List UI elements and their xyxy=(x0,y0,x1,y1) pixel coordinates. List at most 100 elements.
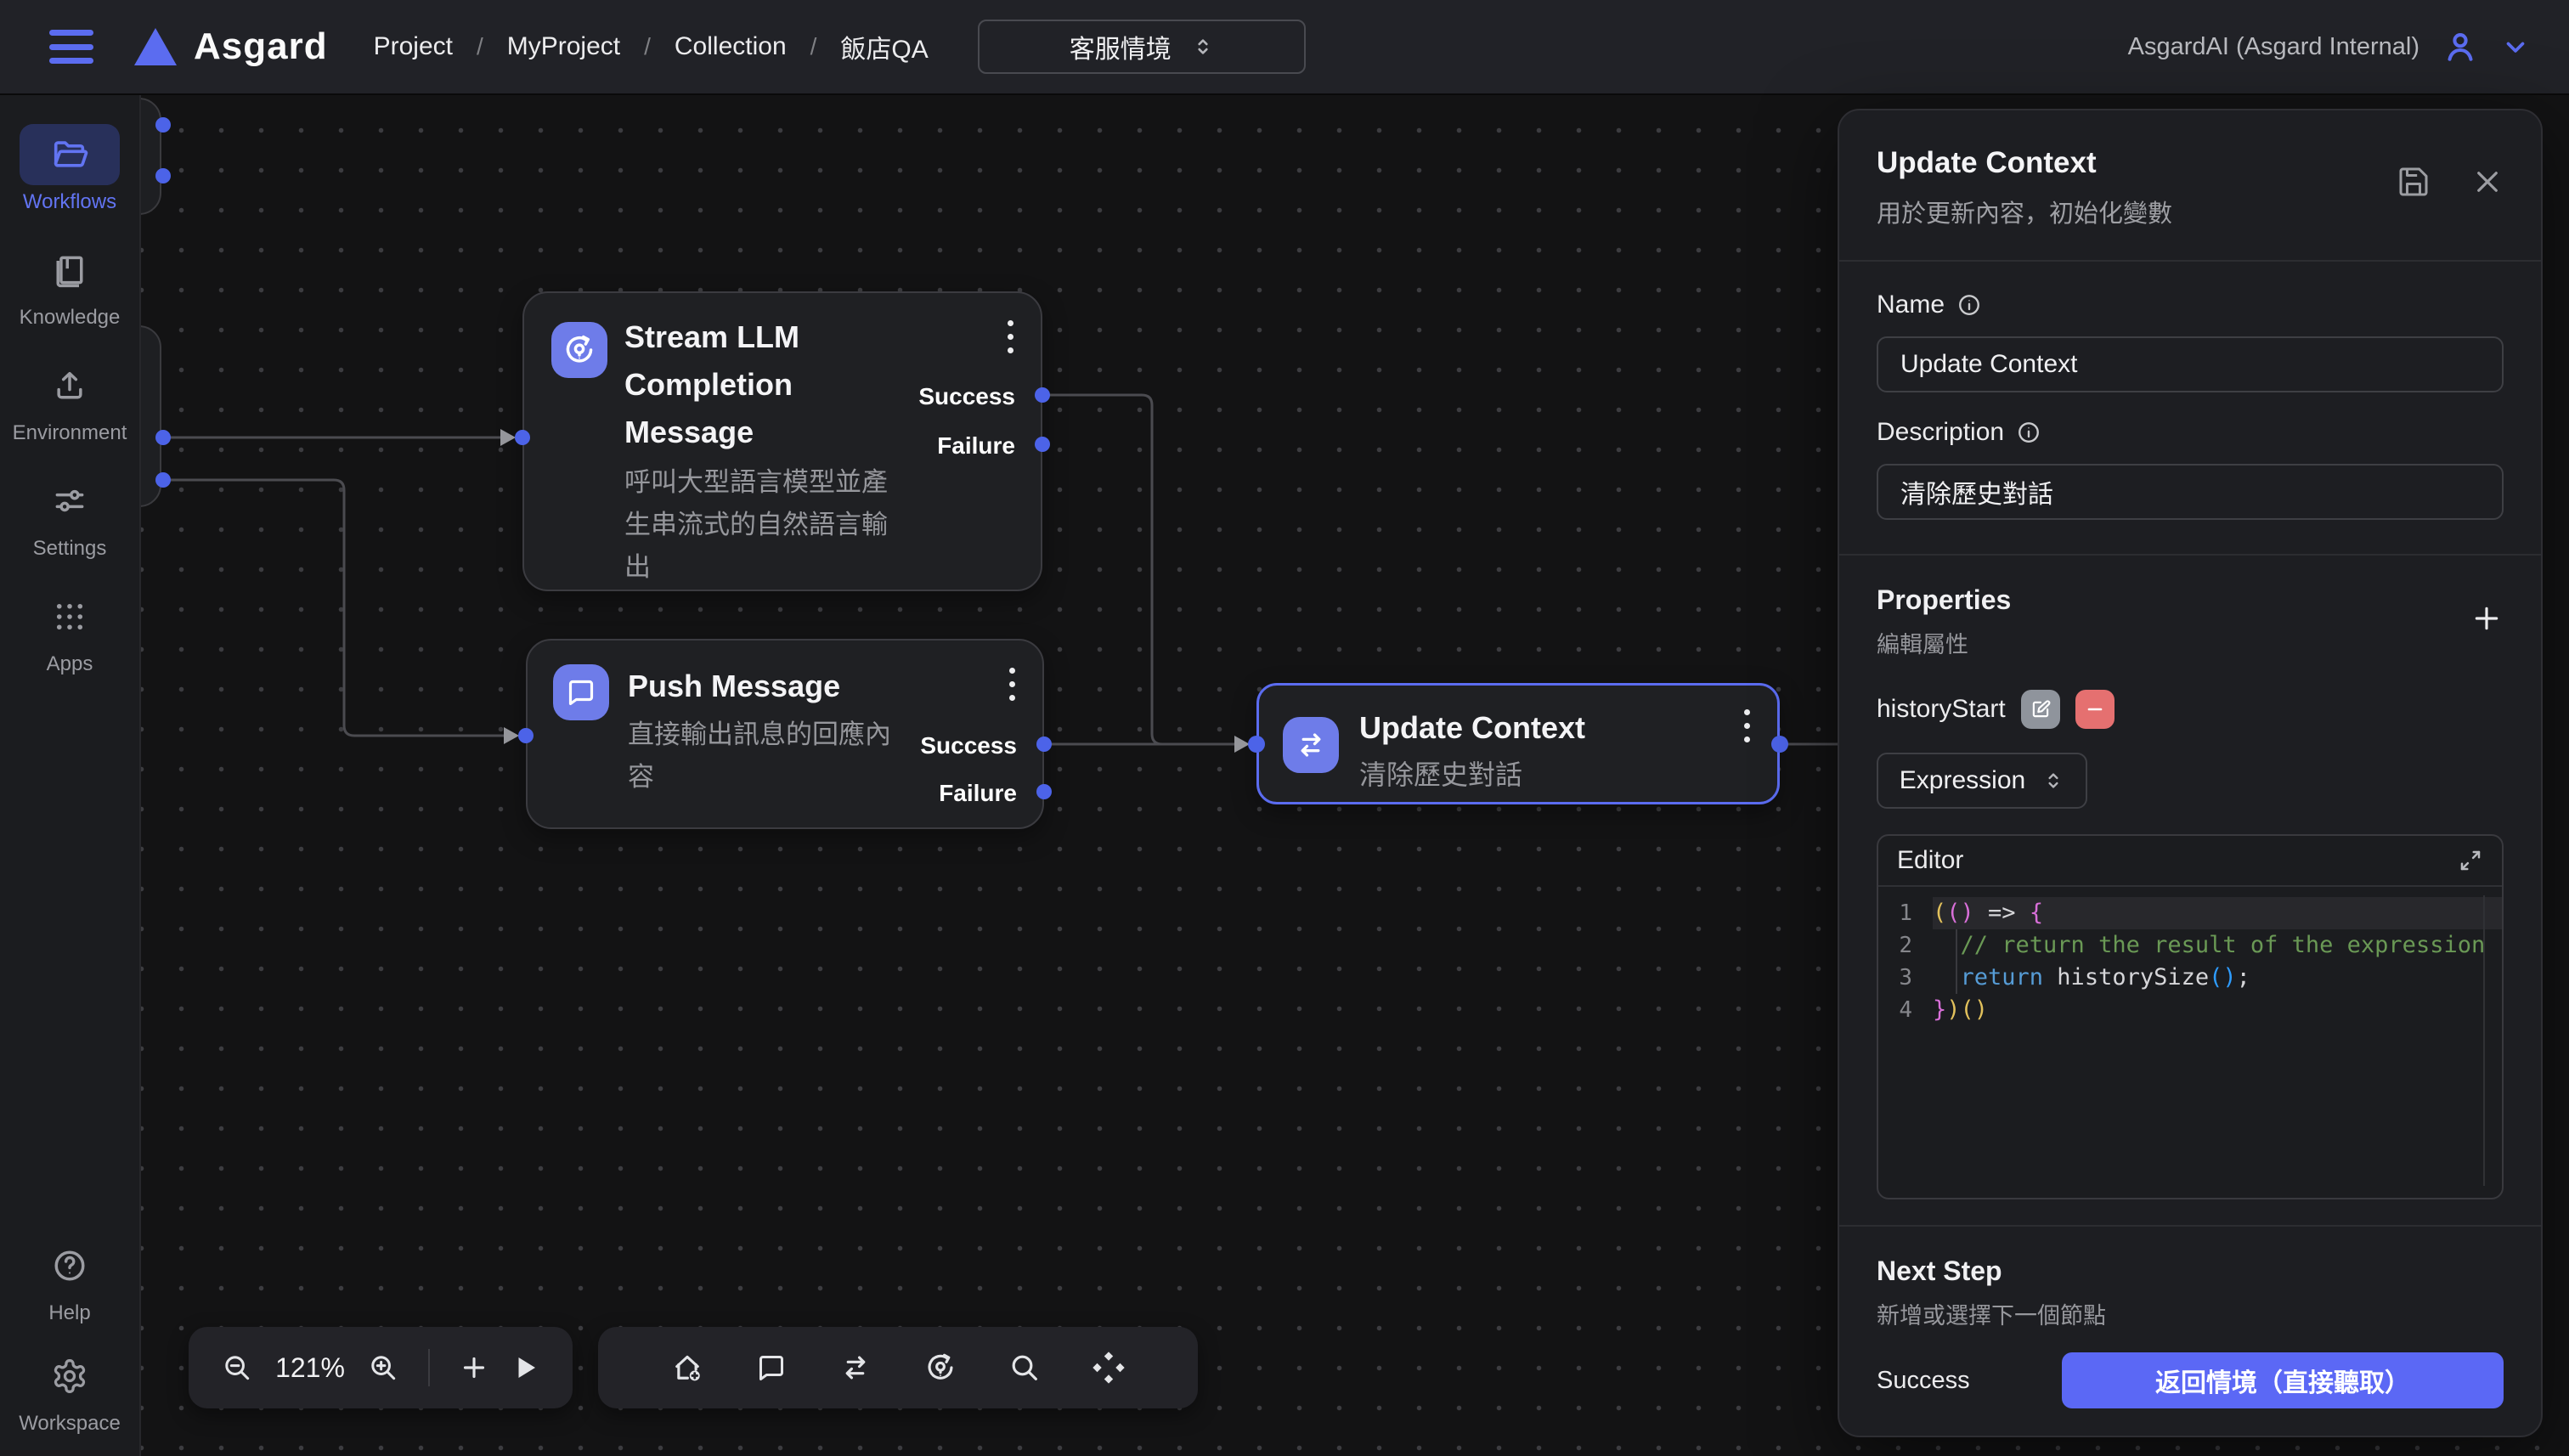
node-description: 呼叫大型語言模型並產 生串流式的自然語言輸 出 xyxy=(624,461,888,589)
sliders-icon xyxy=(20,471,120,532)
add-home-node-icon[interactable] xyxy=(669,1350,705,1385)
remove-property-button[interactable] xyxy=(2075,690,2114,729)
properties-heading: Properties xyxy=(1877,584,2504,616)
node-update-context[interactable]: Update Context 清除歷史對話 xyxy=(1256,683,1780,804)
sidebar-item-workflows[interactable]: Workflows xyxy=(20,124,120,214)
node-menu-icon[interactable] xyxy=(1006,664,1019,704)
sidebar-item-environment[interactable]: Environment xyxy=(13,355,127,445)
chat-bubble-icon xyxy=(553,664,609,720)
node-menu-icon[interactable] xyxy=(1004,317,1017,357)
user-icon[interactable] xyxy=(2442,28,2479,65)
edit-property-button[interactable] xyxy=(2021,690,2060,729)
environment-selector-value: 客服情境 xyxy=(1070,28,1172,65)
sidebar-item-help[interactable]: Help xyxy=(20,1235,120,1325)
node-partial-top[interactable] xyxy=(141,98,161,215)
expand-icon[interactable] xyxy=(2458,848,2483,873)
next-step-target-button[interactable]: 返回情境（直接聽取） xyxy=(2062,1352,2504,1408)
expression-editor: Editor 1 (() => { 2 // return the result… xyxy=(1877,834,2504,1199)
app-header: Asgard Project / MyProject / Collection … xyxy=(0,0,2569,95)
node-push-message[interactable]: Push Message 直接輸出訊息的回應內 容 Success Failur… xyxy=(526,639,1044,829)
sidebar: Workflows Knowledge Environment Settings… xyxy=(0,95,141,1456)
editor-header: Editor xyxy=(1878,836,2502,885)
header-account-area: AsgardAI (Asgard Internal) xyxy=(2128,28,2530,65)
brand-logo[interactable]: Asgard xyxy=(134,25,328,68)
add-node-icon[interactable] xyxy=(459,1352,489,1383)
move-diamonds-icon[interactable] xyxy=(1091,1350,1126,1385)
wire[interactable] xyxy=(163,480,505,736)
property-type-dropdown[interactable]: Expression xyxy=(1877,753,2087,809)
panel-subtitle: 用於更新內容，初始化變數 xyxy=(1877,194,2504,229)
select-chevrons-icon xyxy=(2042,770,2064,792)
sidebar-item-label: Workspace xyxy=(19,1412,121,1436)
node-palette-toolbar xyxy=(598,1327,1198,1408)
environment-selector[interactable]: 客服情境 xyxy=(978,20,1306,74)
name-input[interactable] xyxy=(1877,336,2504,392)
port-label-failure: Failure xyxy=(937,432,1015,460)
apps-grid-icon xyxy=(20,586,120,647)
description-input[interactable] xyxy=(1877,464,2504,520)
node-title: Push Message xyxy=(628,663,840,710)
node-title: Update Context xyxy=(1359,704,1585,752)
description-label-row: Description xyxy=(1877,418,2504,447)
wire-arrowhead xyxy=(1234,736,1250,753)
breadcrumb-myproject[interactable]: MyProject xyxy=(507,32,620,61)
account-name: AsgardAI (Asgard Internal) xyxy=(2128,33,2419,61)
close-icon[interactable] xyxy=(2471,165,2504,199)
info-icon xyxy=(1956,292,1982,318)
book-icon xyxy=(20,240,120,301)
sidebar-item-workspace[interactable]: Workspace xyxy=(19,1346,121,1436)
run-workflow-icon[interactable] xyxy=(510,1352,540,1383)
zoom-out-icon[interactable] xyxy=(221,1352,253,1384)
name-label-row: Name xyxy=(1877,291,2504,319)
menu-icon[interactable] xyxy=(49,30,93,64)
sidebar-item-settings[interactable]: Settings xyxy=(20,471,120,561)
description-label: Description xyxy=(1877,418,2004,447)
node-menu-icon[interactable] xyxy=(1741,706,1753,746)
inspector-panel: Update Context 用於更新內容，初始化變數 Name xyxy=(1838,109,2543,1437)
breadcrumb-separator: / xyxy=(810,33,817,60)
breadcrumb: Project / MyProject / Collection / 飯店QA xyxy=(374,28,929,65)
port-label-success: Success xyxy=(918,383,1015,410)
code-line: 1 (() => { xyxy=(1878,897,2502,929)
breadcrumb-project[interactable]: Project xyxy=(374,32,453,61)
properties-subheading: 編輯屬性 xyxy=(1877,626,2504,659)
sidebar-item-apps[interactable]: Apps xyxy=(20,586,120,676)
port-label-failure: Failure xyxy=(939,780,1017,807)
breadcrumb-current[interactable]: 飯店QA xyxy=(840,28,928,65)
sidebar-item-label: Apps xyxy=(47,652,93,676)
swap-arrows-icon xyxy=(1283,717,1339,773)
llm-stream-icon xyxy=(551,322,607,378)
folder-icon xyxy=(20,124,120,185)
node-partial-middle[interactable] xyxy=(141,325,161,507)
property-row: historyStart xyxy=(1877,690,2504,729)
brand-name: Asgard xyxy=(194,25,328,68)
info-icon xyxy=(2016,420,2041,445)
select-chevrons-icon xyxy=(1192,36,1214,58)
next-step-port-label: Success xyxy=(1877,1367,1970,1395)
code-area[interactable]: 1 (() => { 2 // return the result of the… xyxy=(1878,887,2502,1026)
search-node-icon[interactable] xyxy=(1008,1351,1042,1385)
node-stream-llm[interactable]: Stream LLM Completion Message 呼叫大型語言模型並產… xyxy=(522,291,1042,591)
gear-icon xyxy=(20,1346,120,1407)
swap-node-icon[interactable] xyxy=(838,1350,873,1385)
editor-scrollbar[interactable] xyxy=(2483,895,2485,1186)
node-description: 清除歷史對話 xyxy=(1359,753,1522,796)
chevron-down-icon[interactable] xyxy=(2501,32,2530,61)
property-name: historyStart xyxy=(1877,695,2006,724)
breadcrumb-collection[interactable]: Collection xyxy=(675,32,787,61)
canvas-zoom-toolbar: 121% xyxy=(189,1327,573,1408)
next-step-row: Success 返回情境（直接聽取） xyxy=(1877,1352,2504,1408)
wire[interactable] xyxy=(1042,395,1236,744)
zoom-in-icon[interactable] xyxy=(367,1352,399,1384)
sidebar-item-label: Environment xyxy=(13,421,127,445)
next-step-subheading: 新增或選擇下一個節點 xyxy=(1877,1297,2504,1330)
add-property-icon[interactable] xyxy=(2470,601,2504,635)
help-icon xyxy=(20,1235,120,1296)
save-icon[interactable] xyxy=(2397,165,2431,199)
property-type-value: Expression xyxy=(1900,766,2025,795)
sidebar-item-label: Settings xyxy=(33,537,107,561)
message-node-icon[interactable] xyxy=(754,1351,788,1385)
sidebar-item-knowledge[interactable]: Knowledge xyxy=(20,240,121,330)
llm-node-icon[interactable] xyxy=(923,1350,958,1385)
zoom-level: 121% xyxy=(274,1352,347,1384)
